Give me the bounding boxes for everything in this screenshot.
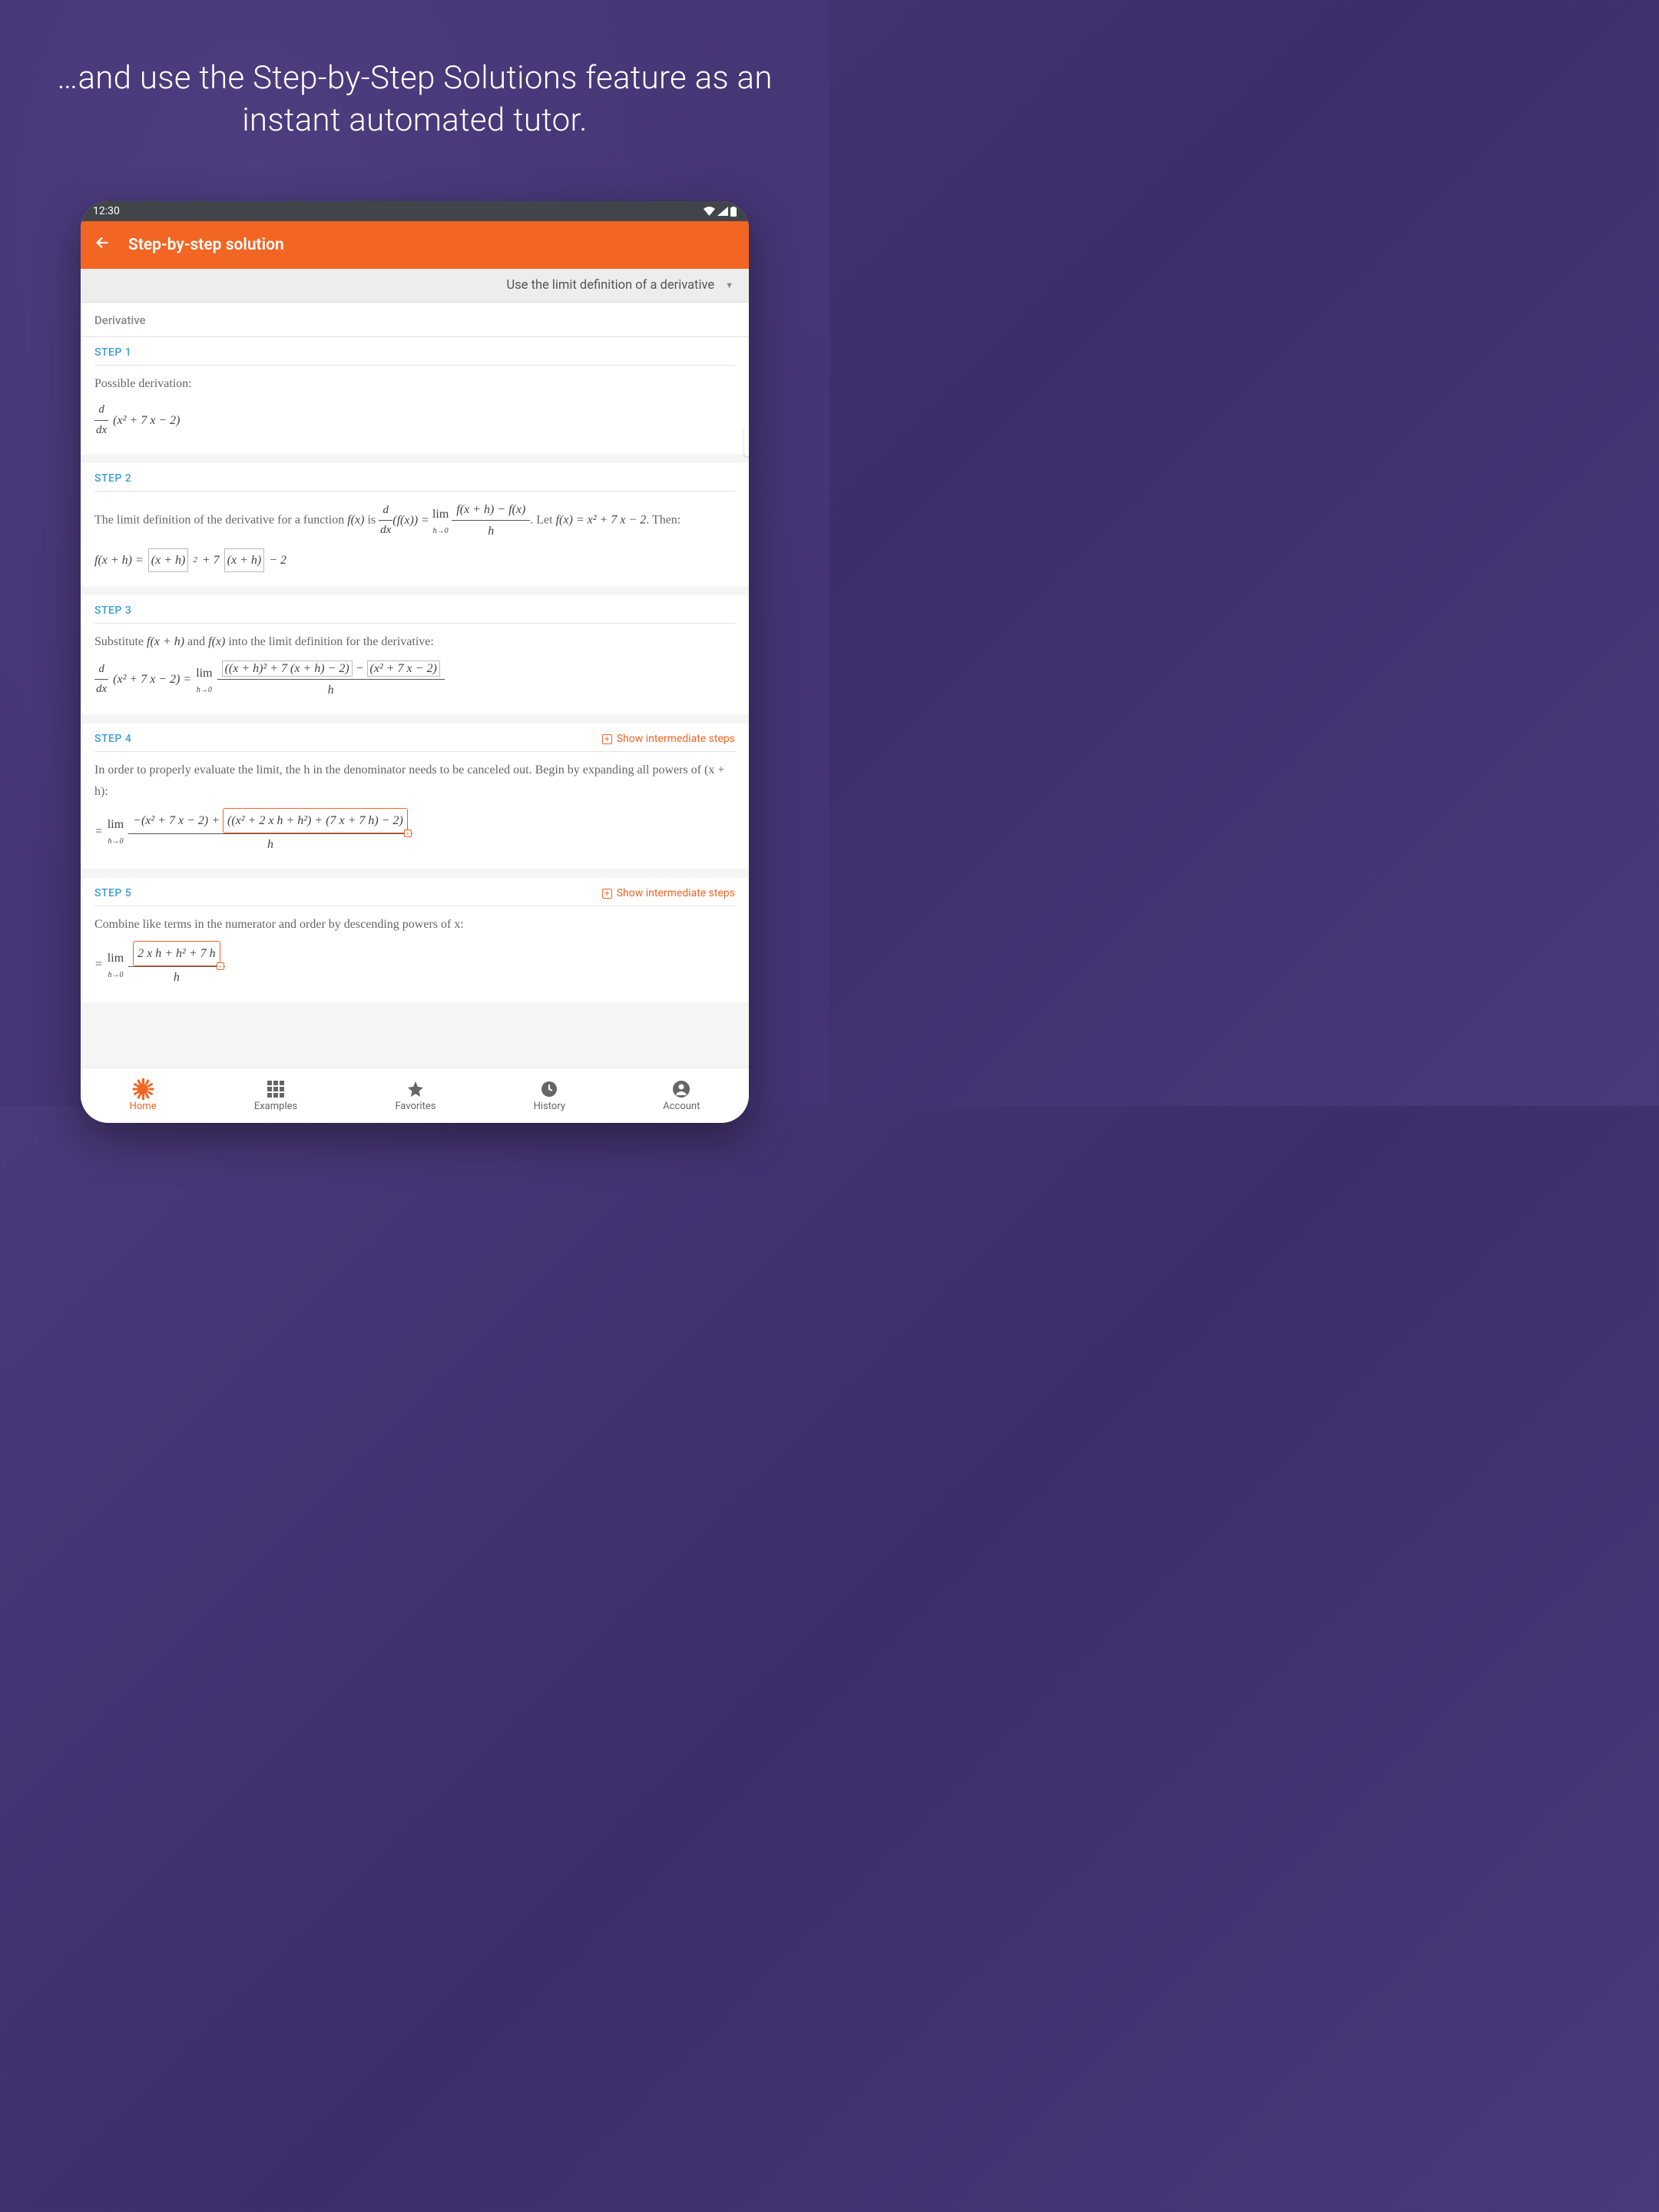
status-icons <box>704 207 737 217</box>
step-label: STEP 2 <box>94 472 131 485</box>
step-text: The limit definition of the derivative f… <box>94 499 735 541</box>
step-card-3: STEP 3 Substitute f(x + h) and f(x) into… <box>81 595 749 715</box>
status-bar: 12:30 <box>81 201 749 221</box>
side-notch <box>744 427 749 456</box>
content-scroll[interactable]: Derivative STEP 1 Possible derivation: d… <box>81 303 749 1068</box>
page-title: Step-by-step solution <box>128 236 284 254</box>
back-icon[interactable] <box>94 234 111 256</box>
nav-favorites[interactable]: Favorites <box>395 1079 435 1112</box>
step-label: STEP 4 <box>94 733 131 745</box>
step-label: STEP 3 <box>94 604 131 617</box>
step-text: Substitute f(x + h) and f(x) into the li… <box>94 631 735 652</box>
dropdown-selected: Use the limit definition of a derivative <box>507 278 715 293</box>
clock-icon <box>540 1079 558 1099</box>
step-label: STEP 5 <box>94 887 131 899</box>
nav-account[interactable]: Account <box>663 1079 700 1112</box>
nav-label: Home <box>130 1101 157 1112</box>
step-expression: = limh→0 2 x h + h² + 7 h+ h <box>94 941 735 988</box>
app-bar: Step-by-step solution <box>81 221 749 269</box>
step-text: In order to properly evaluate the limit,… <box>94 760 735 801</box>
show-intermediate-button[interactable]: + Show intermediate steps <box>602 887 735 899</box>
method-dropdown[interactable]: Use the limit definition of a derivative… <box>81 269 749 303</box>
section-label: Derivative <box>81 303 749 337</box>
plus-icon: + <box>602 889 612 899</box>
show-intermediate-button[interactable]: + Show intermediate steps <box>602 733 735 745</box>
nav-label: History <box>534 1101 565 1112</box>
nav-examples[interactable]: Examples <box>254 1079 297 1112</box>
step-text: Combine like terms in the numerator and … <box>94 914 735 935</box>
promo-headline: …and use the Step-by-Step Solutions feat… <box>0 0 830 141</box>
step-card-1: STEP 1 Possible derivation: ddx (x² + 7 … <box>81 337 749 454</box>
step-expression: ddx (x² + 7 x − 2) = limh→0 ((x + h)² + … <box>94 658 735 700</box>
step-expression: f(x + h) = (x + h)2 + 7 (x + h) − 2 <box>94 548 735 572</box>
grid-icon <box>267 1079 284 1099</box>
star-icon <box>406 1079 425 1099</box>
nav-home[interactable]: Home <box>130 1079 157 1112</box>
step-card-5: STEP 5 + Show intermediate steps Combine… <box>81 878 749 1002</box>
home-icon <box>134 1079 152 1099</box>
device-frame: 12:30 Step-by-step solution Use the limi… <box>81 201 749 1123</box>
step-text: Possible derivation: <box>94 373 735 394</box>
nav-label: Examples <box>254 1101 297 1112</box>
status-time: 12:30 <box>93 205 120 217</box>
nav-label: Account <box>663 1101 700 1112</box>
step-expression: ddx (x² + 7 x − 2) <box>94 400 735 440</box>
step-label: STEP 1 <box>94 346 131 359</box>
nav-label: Favorites <box>395 1101 435 1112</box>
step-card-2: STEP 2 The limit definition of the deriv… <box>81 463 749 586</box>
step-card-4: STEP 4 + Show intermediate steps In orde… <box>81 724 749 869</box>
nav-history[interactable]: History <box>534 1079 565 1112</box>
bottom-nav: Home Examples Favorites History Account <box>81 1068 749 1123</box>
plus-icon: + <box>602 734 612 744</box>
account-icon <box>672 1079 690 1099</box>
chevron-down-icon: ▼ <box>725 280 733 290</box>
step-expression: = limh→0 −(x² + 7 x − 2) + ((x² + 2 x h … <box>94 808 735 855</box>
